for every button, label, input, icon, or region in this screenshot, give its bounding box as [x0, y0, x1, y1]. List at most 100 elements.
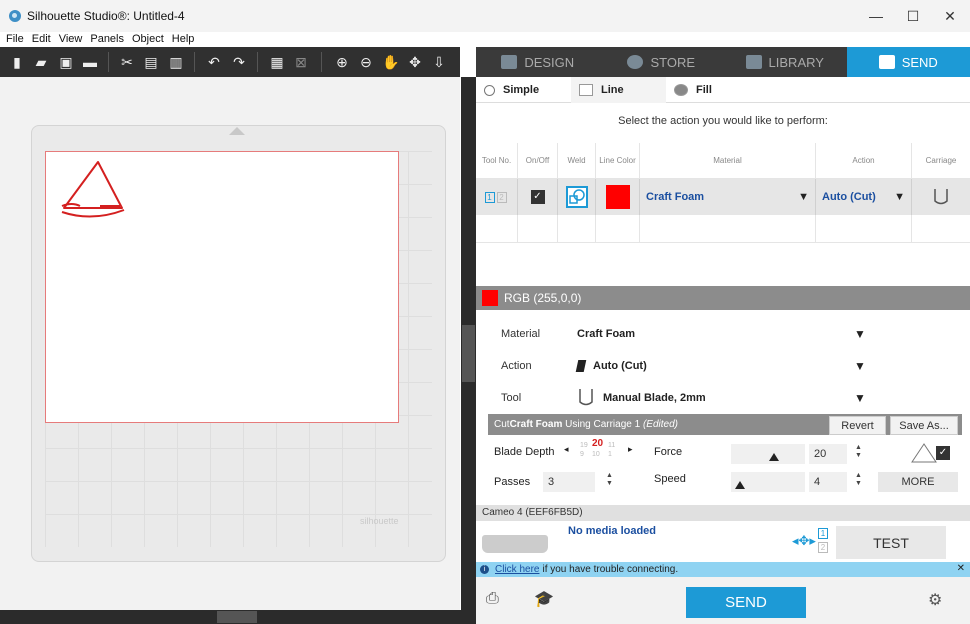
- job-queue-icon[interactable]: ⎙: [486, 590, 499, 608]
- minimize-button[interactable]: —: [856, 0, 896, 32]
- blade-depth-dial[interactable]: 19 20 11 9 10 1: [574, 439, 622, 463]
- speed-slider[interactable]: [731, 472, 805, 492]
- tab-store-label: STORE: [650, 54, 696, 70]
- click-here-link[interactable]: Click here: [495, 564, 539, 575]
- blade-depth-increase[interactable]: ▸: [628, 444, 633, 455]
- color-swatch: [482, 290, 498, 306]
- save-as-button[interactable]: Save As...: [890, 416, 958, 435]
- tab-design[interactable]: DESIGN: [476, 47, 600, 77]
- force-spinner[interactable]: ▲ ▼: [855, 444, 862, 460]
- menu-file[interactable]: File: [6, 33, 24, 45]
- settings-gear-icon[interactable]: ⚙: [928, 590, 942, 610]
- material-row[interactable]: Material Craft Foam ▼: [487, 318, 874, 350]
- mode-fill[interactable]: Fill: [666, 77, 761, 103]
- tool-1[interactable]: 1: [484, 191, 495, 203]
- material-dropdown-icon[interactable]: ▼: [854, 327, 874, 341]
- col-on-off: On/Off: [518, 143, 558, 178]
- force-value[interactable]: 20: [809, 444, 847, 464]
- maximize-button[interactable]: ☐: [893, 0, 933, 32]
- horizontal-scroll-thumb[interactable]: [217, 611, 257, 623]
- new-file-icon[interactable]: ▮: [8, 53, 26, 71]
- action-row[interactable]: Action Auto (Cut) ▼: [487, 350, 874, 382]
- speed-slider-knob[interactable]: [735, 481, 745, 489]
- force-slider[interactable]: [731, 444, 805, 464]
- vertical-scroll-thumb[interactable]: [462, 325, 475, 382]
- tab-store[interactable]: STORE: [600, 47, 724, 77]
- more-button[interactable]: MORE: [878, 472, 958, 492]
- carriage-2[interactable]: 2: [818, 542, 828, 553]
- undo-icon[interactable]: ↶: [205, 53, 223, 71]
- move-icon[interactable]: ✥: [406, 53, 424, 71]
- revert-button[interactable]: Revert: [829, 416, 886, 435]
- material-cell[interactable]: Craft Foam ▼: [640, 179, 816, 215]
- info-text: if you have trouble connecting.: [542, 564, 679, 575]
- tab-library[interactable]: LIBRARY: [723, 47, 847, 77]
- open-file-icon[interactable]: ▰: [32, 53, 50, 71]
- tutorial-icon[interactable]: 🎓: [534, 589, 554, 609]
- tool-select[interactable]: Manual Blade, 2mm: [577, 388, 854, 408]
- mode-line[interactable]: Line: [571, 77, 666, 103]
- carriage-cell: [912, 179, 970, 215]
- action-select[interactable]: Auto (Cut): [575, 360, 854, 372]
- group-icon[interactable]: ▦: [268, 53, 286, 71]
- weld-icon[interactable]: [565, 186, 588, 208]
- move-arrows-icon[interactable]: ◂✥▸: [792, 533, 816, 549]
- blade-depth-decrease[interactable]: ◂: [564, 444, 569, 455]
- menu-help[interactable]: Help: [172, 33, 195, 45]
- speed-spinner[interactable]: ▲ ▼: [855, 472, 862, 488]
- fit-page-icon[interactable]: ⇩: [430, 53, 448, 71]
- cameo-machine-icon: [482, 535, 548, 553]
- table-row[interactable]: 12 ✓ Craft Foam ▼ Auto (Cut) ▼: [476, 179, 970, 215]
- cut-icon[interactable]: ✂: [118, 53, 136, 71]
- speed-value[interactable]: 4: [809, 472, 847, 492]
- pan-hand-icon[interactable]: ✋: [382, 53, 400, 71]
- zoom-out-icon[interactable]: ⊖: [357, 53, 375, 71]
- line-color-swatch[interactable]: [605, 185, 630, 209]
- passes-spinner[interactable]: ▲ ▼: [606, 472, 613, 488]
- carriage-1[interactable]: 1: [818, 528, 828, 539]
- tool-dropdown-icon[interactable]: ▼: [854, 391, 874, 405]
- on-off-checkbox[interactable]: ✓: [530, 190, 545, 204]
- page-area[interactable]: [45, 151, 399, 423]
- tool-2[interactable]: 2: [496, 191, 507, 203]
- sailboat-sketch[interactable]: [52, 156, 132, 236]
- cut-header-middle: Using Carriage 1: [562, 419, 643, 430]
- menu-panels[interactable]: Panels: [90, 33, 124, 45]
- col-line-color: Line Color: [596, 143, 640, 178]
- redo-icon[interactable]: ↷: [230, 53, 248, 71]
- zoom-in-icon[interactable]: ⊕: [333, 53, 351, 71]
- menu-view[interactable]: View: [59, 33, 83, 45]
- test-button[interactable]: TEST: [836, 526, 946, 559]
- copy-icon[interactable]: ▤: [142, 53, 160, 71]
- blade-depth-prev-lower: 9: [580, 451, 584, 458]
- line-mode-icon: [579, 84, 593, 96]
- tab-send[interactable]: SEND: [846, 47, 970, 77]
- settings-panel: Material Craft Foam ▼ Action Auto (Cut) …: [487, 318, 874, 414]
- mode-line-label: Line: [601, 84, 624, 96]
- action-dropdown-icon[interactable]: ▼: [854, 359, 874, 373]
- overcut-checkbox[interactable]: ✓: [936, 446, 950, 460]
- mode-simple[interactable]: Simple: [476, 77, 571, 103]
- menu-edit[interactable]: Edit: [32, 33, 51, 45]
- toolbar-divider: [194, 52, 195, 72]
- close-info-icon[interactable]: ✕: [957, 563, 965, 574]
- menu-object[interactable]: Object: [132, 33, 164, 45]
- simple-radio[interactable]: [484, 84, 495, 96]
- material-select[interactable]: Craft Foam: [577, 328, 854, 340]
- col-tool-no: Tool No.: [476, 143, 518, 178]
- paste-icon[interactable]: ▥: [167, 53, 185, 71]
- tool-row[interactable]: Tool Manual Blade, 2mm ▼: [487, 382, 874, 414]
- action-dropdown-icon[interactable]: ▼: [894, 191, 905, 203]
- save-icon[interactable]: ▣: [57, 53, 75, 71]
- close-button[interactable]: ✕: [930, 0, 970, 32]
- mode-tabs: Simple Line Fill: [476, 77, 970, 103]
- action-cell[interactable]: Auto (Cut) ▼: [816, 179, 912, 215]
- material-dropdown-icon[interactable]: ▼: [798, 191, 809, 203]
- send-button[interactable]: SEND: [686, 587, 806, 618]
- blade-depth-next-lower: 1: [608, 451, 612, 458]
- passes-value[interactable]: 3: [543, 472, 595, 492]
- tool-number-cell[interactable]: 12: [476, 179, 518, 215]
- force-slider-knob[interactable]: [769, 453, 779, 461]
- ungroup-icon[interactable]: ⊠: [292, 53, 310, 71]
- print-icon[interactable]: ▬: [81, 53, 99, 71]
